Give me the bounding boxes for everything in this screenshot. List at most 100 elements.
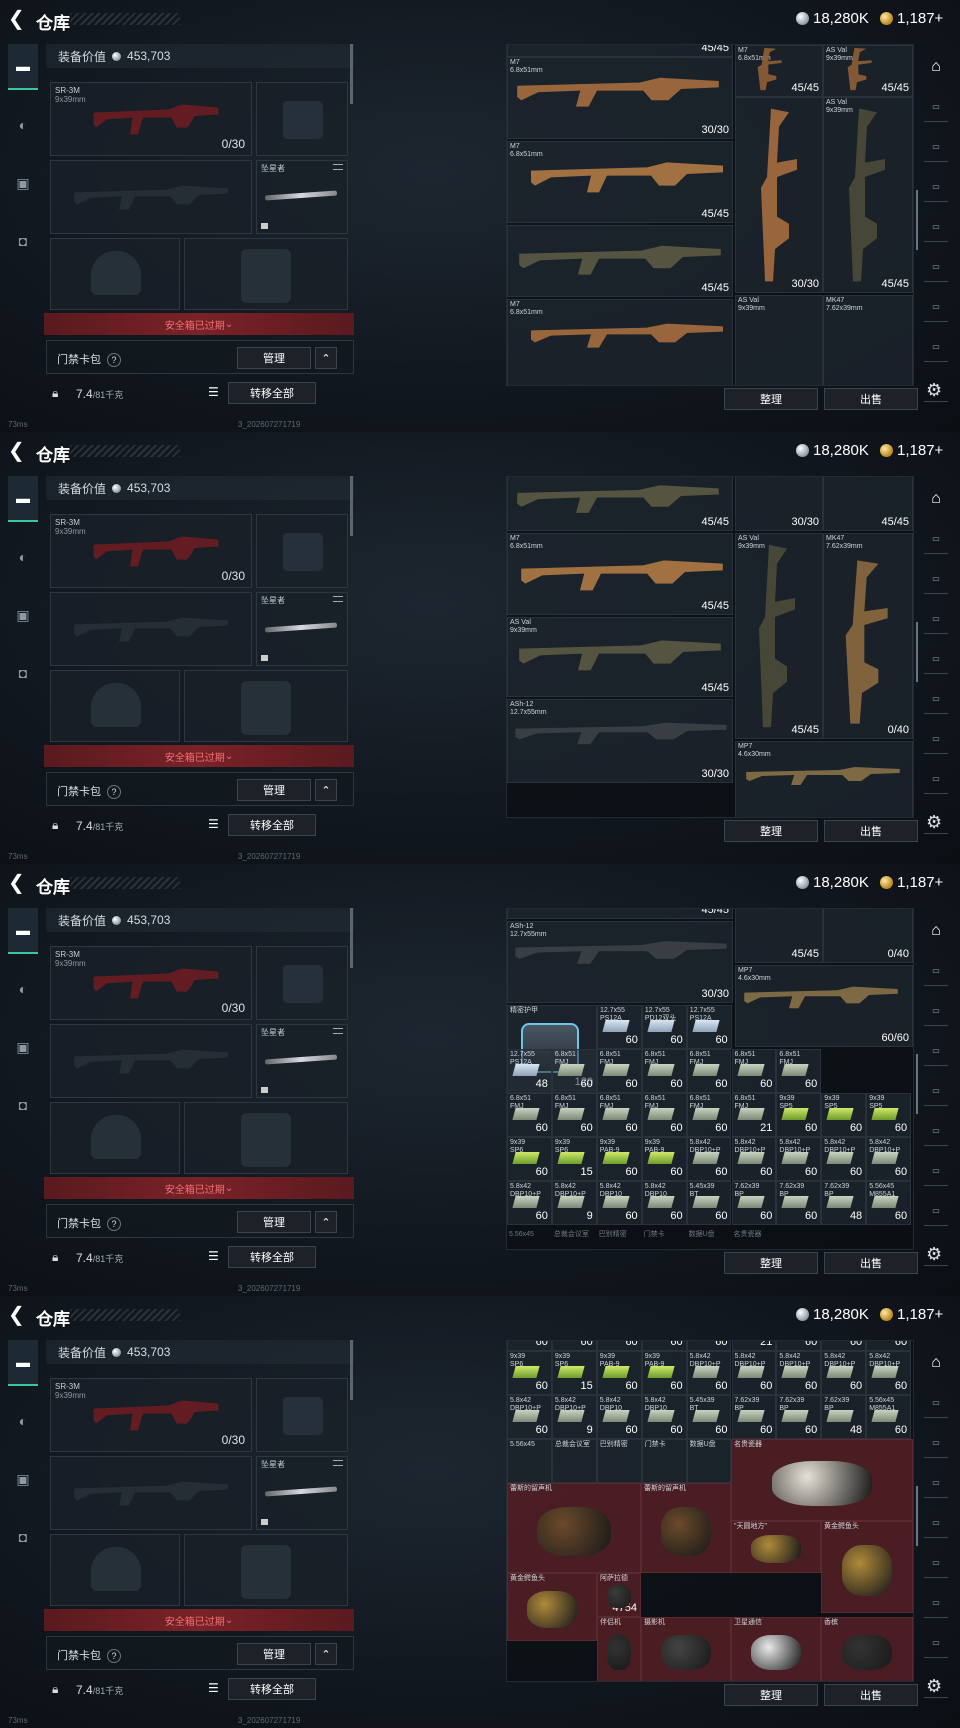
silver-currency[interactable]: 18,280K	[796, 874, 869, 891]
stash-cell[interactable]: 香槟	[821, 1617, 913, 1681]
list-icon[interactable]: ☰	[208, 385, 219, 399]
stash-cell[interactable]: 卫星通信	[731, 1617, 821, 1681]
ammo-cell[interactable]: 9x39 SP6 60	[507, 1351, 552, 1395]
help-icon[interactable]: ?	[107, 785, 121, 799]
ammo-cell[interactable]: 12.7x55 PD12双头 60	[641, 1005, 687, 1049]
stash-scrollbar[interactable]	[916, 622, 918, 682]
stash-cell[interactable]: 伴侣机	[597, 1617, 641, 1681]
team-icon[interactable]: ⌂	[924, 916, 948, 946]
ammo-cell[interactable]: 5.8x42 DBP10 60	[641, 1181, 687, 1225]
manage-button[interactable]: 管理	[237, 779, 311, 801]
ammo-cell[interactable]: 5.8x42 DBP10+P 60	[731, 1351, 777, 1395]
stash-cell[interactable]: 45/45	[735, 909, 823, 963]
secondary-weapon-slot[interactable]	[50, 1456, 252, 1530]
help-icon[interactable]: ?	[107, 1217, 121, 1231]
back-arrow-icon[interactable]: ❮	[8, 8, 30, 30]
loadout-scrollbar[interactable]	[350, 476, 353, 536]
helmet-icon[interactable]: ◐	[8, 966, 38, 1012]
sort-button[interactable]: 整理	[724, 1684, 818, 1706]
ammo-cell[interactable]: 9x39 SP560	[776, 1093, 822, 1137]
stash-page-tab[interactable]: ▭	[924, 684, 948, 714]
stash-cell[interactable]: MK47 7.62x39mm	[823, 295, 913, 385]
swap-icon[interactable]	[333, 1028, 343, 1034]
stash-page-tab[interactable]: ▭	[924, 1548, 948, 1578]
stash-page-tab[interactable]: ▭	[924, 292, 948, 322]
secondary-weapon-slot[interactable]	[50, 1024, 252, 1098]
chevron-up-icon[interactable]: ⌃	[315, 779, 337, 801]
stash-cell[interactable]: 蕾斯的留声机	[507, 1483, 641, 1573]
manage-button[interactable]: 管理	[237, 347, 311, 369]
stash-cell[interactable]: 摄影机	[641, 1617, 731, 1681]
stash-page-tab[interactable]: ▭	[924, 956, 948, 986]
transfer-all-button[interactable]: 转移全部	[228, 1246, 316, 1268]
ammo-cell[interactable]: 6.8x51 FMJ60	[686, 1341, 732, 1351]
safe-box-expired-banner[interactable]: 安全箱已过期 ⌄	[44, 745, 354, 767]
pistol-icon[interactable]: ▬	[8, 476, 38, 522]
melee-slot[interactable]: 坠星者	[256, 592, 348, 666]
list-icon[interactable]: ☰	[208, 817, 219, 831]
stash-page-tab[interactable]: ▭	[924, 764, 948, 794]
backpack-icon[interactable]: ◘	[8, 218, 38, 264]
ammo-cell[interactable]: 12.7x55 PS12A 60	[686, 1005, 732, 1049]
stash-page-tab[interactable]: ▭	[924, 1508, 948, 1538]
stash-page-tab[interactable]: ▭	[924, 996, 948, 1026]
ammo-cell[interactable]: 9x39 PAB-9 60	[596, 1137, 642, 1181]
secondary-weapon-slot[interactable]	[50, 160, 252, 234]
primary-weapon-slot[interactable]: SR-3M 9x39mm 0/30	[50, 1378, 252, 1452]
ammo-cell[interactable]: 9x39 SP560	[821, 1341, 867, 1351]
stash-cell[interactable]: 黄金鳄鱼头	[821, 1521, 913, 1613]
ammo-cell[interactable]: 7.62x39 BP 60	[731, 1181, 777, 1225]
ammo-cell[interactable]: 5.8x42 DBP10+P 60	[686, 1351, 732, 1395]
stash-scrollbar[interactable]	[916, 1054, 918, 1114]
stash-scrollbar[interactable]	[916, 1486, 918, 1546]
manage-button[interactable]: 管理	[237, 1211, 311, 1233]
ammo-cell[interactable]: 5.8x42 DBP10+P 60	[686, 1137, 732, 1181]
swap-icon[interactable]	[333, 596, 343, 602]
ammo-cell[interactable]: 6.8x51 FMJ60	[596, 1093, 642, 1137]
ammo-cell[interactable]: 7.62x39 BP 48	[821, 1181, 867, 1225]
ammo-cell[interactable]: 6.8x51 FMJ60	[507, 1341, 552, 1351]
transfer-all-button[interactable]: 转移全部	[228, 1678, 316, 1700]
ammo-cell[interactable]: 5.56x45 M855A1 60	[866, 1181, 912, 1225]
ammo-cell[interactable]: 7.62x39 BP 48	[821, 1395, 867, 1439]
stash-page-tab[interactable]: ▭	[924, 724, 948, 754]
ammo-cell[interactable]: 5.8x42 DBP10+P 60	[821, 1351, 867, 1395]
ammo-cell[interactable]: 7.62x39 BP 60	[776, 1181, 822, 1225]
backpack-icon[interactable]: ◘	[8, 650, 38, 696]
team-icon[interactable]: ⌂	[924, 1348, 948, 1378]
stash-page-tab[interactable]: ▭	[924, 1036, 948, 1066]
safe-box-expired-banner[interactable]: 安全箱已过期 ⌄	[44, 313, 354, 335]
stash-page-tab[interactable]: ▭	[924, 1196, 948, 1226]
stash-cell[interactable]: 30/30	[735, 477, 823, 531]
sell-button[interactable]: 出售	[824, 1684, 918, 1706]
stash-page-tab[interactable]: ▭	[924, 172, 948, 202]
ammo-cell[interactable]: 5.8x42 DBP10+P 60	[507, 1181, 552, 1225]
melee-slot[interactable]: 坠星者	[256, 160, 348, 234]
helmet-slot[interactable]	[50, 238, 180, 310]
stash-page-tab[interactable]: ▭	[924, 1628, 948, 1658]
stash-cell[interactable]: "天圆地方"	[731, 1521, 821, 1573]
gold-currency[interactable]: 1,187+	[880, 10, 943, 27]
armor-slot[interactable]	[184, 670, 348, 742]
loadout-scrollbar[interactable]	[350, 44, 353, 104]
ammo-cell[interactable]: 6.8x51 FMJ60	[641, 1049, 687, 1093]
ammo-cell[interactable]: 9x39 SP560	[821, 1093, 867, 1137]
pistol-slot[interactable]	[256, 946, 348, 1020]
ammo-cell[interactable]: 6.8x51 FMJ60	[551, 1341, 597, 1351]
transfer-all-button[interactable]: 转移全部	[228, 382, 316, 404]
sort-button[interactable]: 整理	[724, 388, 818, 410]
stash-page-tab[interactable]: ▭	[924, 604, 948, 634]
loadout-scrollbar[interactable]	[350, 908, 353, 968]
helmet-slot[interactable]	[50, 670, 180, 742]
ammo-cell[interactable]: 7.62x39 BP 60	[731, 1395, 777, 1439]
armor-slot[interactable]	[184, 1534, 348, 1606]
stash-page-tab[interactable]: ▭	[924, 252, 948, 282]
ammo-cell[interactable]: 5.8x42 DBP10+P 60	[866, 1137, 912, 1181]
stash-page-tab[interactable]: ▭	[924, 564, 948, 594]
ammo-cell[interactable]: 5.45x39 BT 60	[686, 1181, 732, 1225]
ammo-cell[interactable]: 9x39 PAB-9 60	[596, 1351, 642, 1395]
stash-scrollbar[interactable]	[916, 190, 918, 250]
sort-button[interactable]: 整理	[724, 820, 818, 842]
team-icon[interactable]: ⌂	[924, 484, 948, 514]
sell-button[interactable]: 出售	[824, 820, 918, 842]
